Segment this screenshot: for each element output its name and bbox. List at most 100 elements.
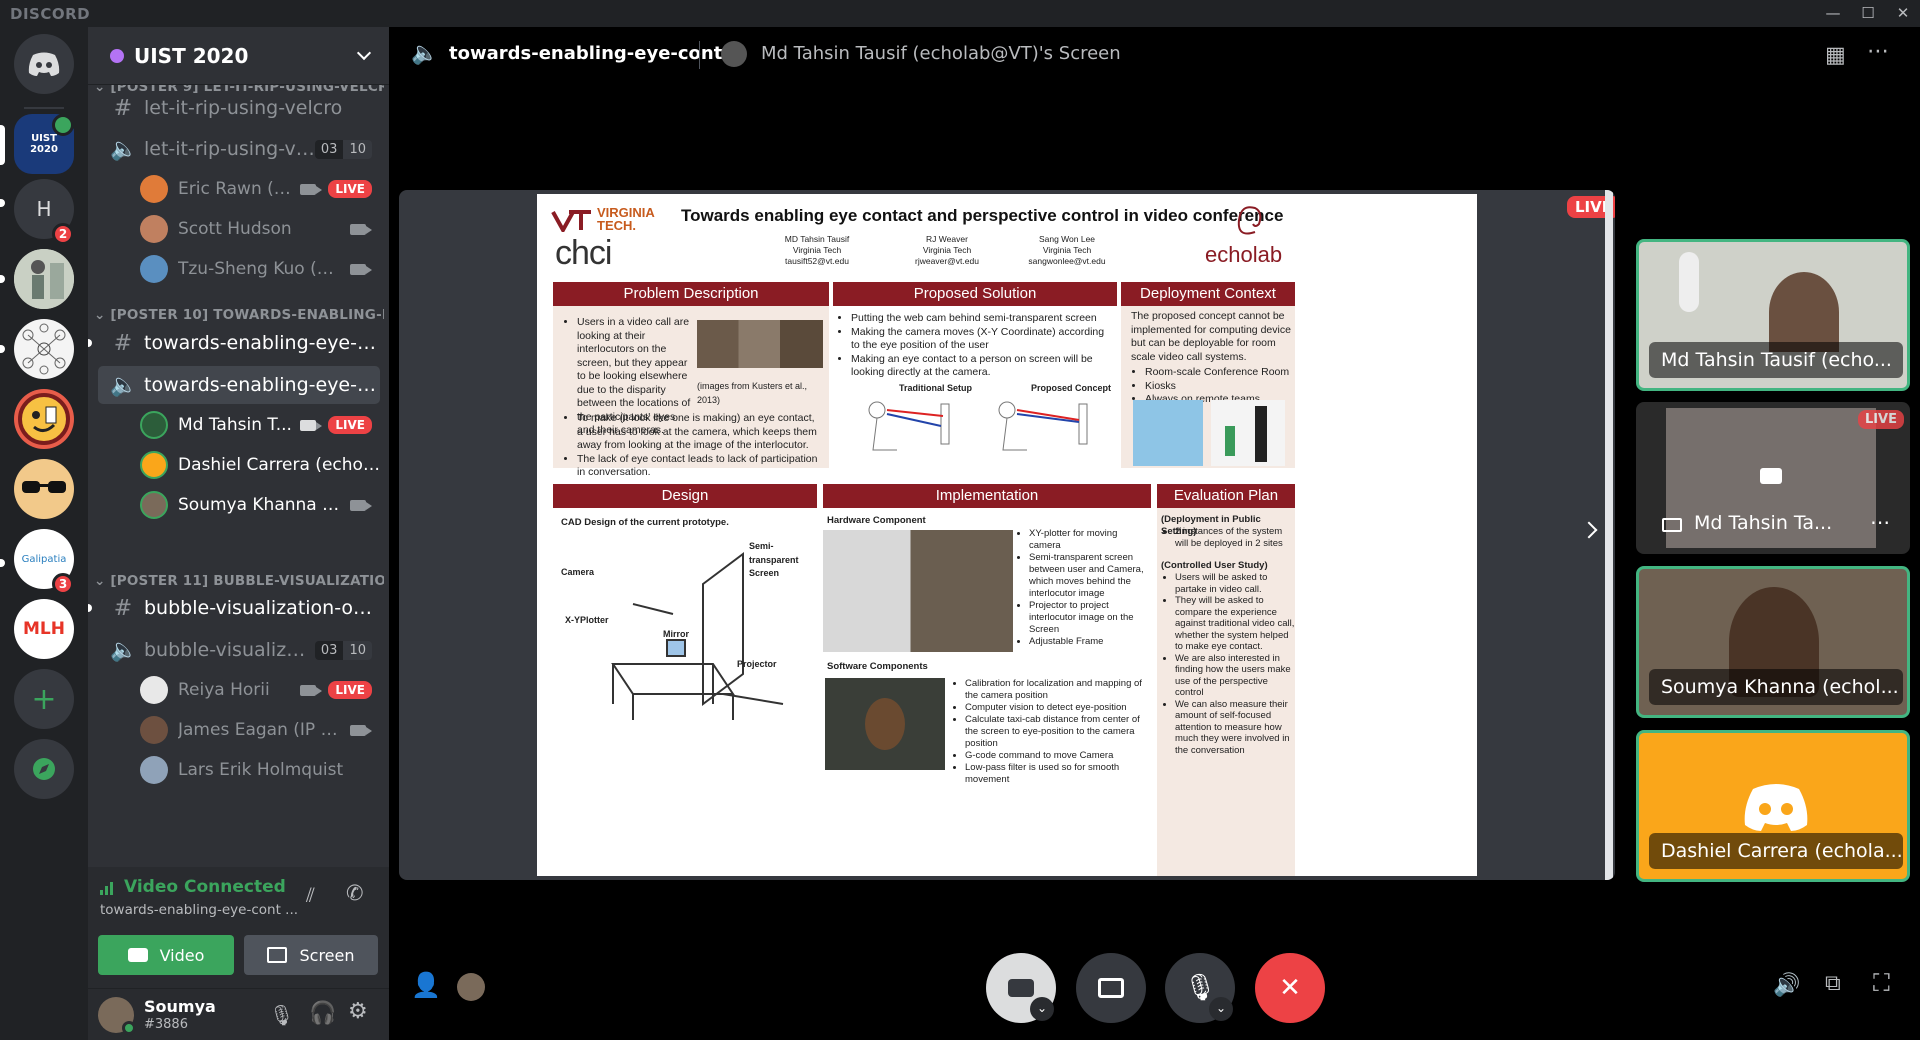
home-button[interactable] (14, 34, 74, 94)
participant-name: Dashiel Carrera (echola... (1649, 833, 1903, 869)
author-aff: Virginia Tech (1042, 245, 1092, 255)
voice-channel-let-it-rip[interactable]: 🔈 let-it-rip-using-ve... 03 10 (98, 130, 380, 168)
voice-user[interactable]: Scott Hudson (140, 211, 380, 247)
camera-icon (300, 684, 323, 696)
more-options-icon[interactable]: ⋯ (1867, 39, 1889, 64)
connected-channel[interactable]: towards-enabling-eye-cont ... (100, 902, 298, 918)
microphone-icon: 🎙 (1183, 973, 1217, 1003)
server-list: UIST 2020 H 2 Galipatia 3 MLH + (0, 27, 88, 1040)
voice-user[interactable]: James Eagan (IP Par... (140, 712, 380, 748)
section-title: Deployment Context (1121, 282, 1295, 306)
participant-tile[interactable]: Soumya Khanna (echol... (1636, 566, 1910, 718)
disconnect-icon[interactable]: ✆ (346, 881, 364, 905)
gear-icon[interactable]: ⚙ (348, 999, 368, 1024)
voice-connection-panel: Video Connected towards-enabling-eye-con… (88, 867, 389, 989)
voice-channel-bubble[interactable]: 🔈 bubble-visualizati... 03 10 (98, 631, 380, 669)
guild-header[interactable]: UIST 2020 (88, 27, 389, 85)
server-uist-label: UIST 2020 (30, 133, 58, 155)
text-channel-bubble[interactable]: # bubble-visualization-over (98, 589, 380, 627)
camera-icon (1760, 468, 1782, 484)
server-mindmap[interactable] (14, 319, 74, 379)
avatar[interactable] (457, 973, 485, 1001)
voice-user[interactable]: Md Tahsin T... LIVE (140, 407, 380, 443)
microphone-icon[interactable]: 🎙 (269, 1003, 294, 1027)
text-channel-let-it-rip[interactable]: # let-it-rip-using-velcro (98, 89, 380, 127)
add-server-button[interactable]: + (14, 669, 74, 729)
maximize-icon[interactable]: ☐ (1853, 2, 1883, 24)
video-button-label: Video (159, 945, 205, 965)
popout-icon[interactable]: ⧉ (1825, 971, 1841, 996)
bullet: XY-plotter for moving camera (1029, 528, 1151, 552)
explore-servers-button[interactable] (14, 739, 74, 799)
unread-indicator (88, 604, 92, 612)
voice-user[interactable]: Dashiel Carrera (echola... (140, 447, 380, 483)
voice-user[interactable]: Tzu-Sheng Kuo (Sta... (140, 251, 380, 287)
leave-call-button[interactable]: ✕ (1255, 953, 1325, 1023)
cad-label: Semi-transparent Screen (749, 541, 799, 578)
fullscreen-icon[interactable]: ⛶ (1873, 969, 1890, 997)
video-button[interactable]: Video (98, 935, 234, 975)
bullet: We are also interested in finding how th… (1175, 653, 1295, 699)
channel-name: towards-enabling-eye-co... (144, 332, 380, 354)
headphones-icon[interactable]: 🎧 (309, 1001, 336, 1026)
chevron-down-icon[interactable]: ⌄ (1030, 997, 1054, 1021)
volume-icon[interactable]: 🔊 (1773, 973, 1800, 998)
channel-name: let-it-rip-using-ve... (144, 138, 315, 160)
voice-channel-towards-enabling[interactable]: 🔈 towards-enabling-eye-co... (98, 366, 380, 404)
camera-toggle-button[interactable]: ⌄ (986, 953, 1056, 1023)
user-limit-badge: 03 10 (314, 139, 372, 159)
more-options-icon[interactable]: ⋯ (1870, 510, 1890, 534)
participant-name: Md Tahsin Tausif (echo... (1649, 342, 1903, 378)
category-poster-11[interactable]: ⌄ [POSTER 11] BUBBLE-VISUALIZATIO... (94, 573, 384, 589)
voice-user[interactable]: Eric Rawn (S... LIVE (140, 171, 380, 207)
speaker-icon: 🔈 (110, 637, 138, 663)
camera-icon (350, 223, 372, 235)
bullet: Computer vision to detect eye-position (965, 702, 1149, 714)
camera-icon (350, 499, 372, 511)
server-face[interactable] (14, 389, 74, 449)
noise-suppression-icon[interactable]: ⫽ (306, 883, 315, 907)
voice-user-name: Reiya Horii (178, 680, 270, 700)
channel-name: let-it-rip-using-velcro (144, 97, 343, 119)
user-tag: #3886 (144, 1017, 188, 1032)
minimize-icon[interactable]: — (1818, 2, 1848, 24)
poster-section-solution: Proposed Solution Putting the web cam be… (833, 282, 1117, 468)
share-screen-button[interactable] (1076, 953, 1146, 1023)
mute-button[interactable]: 🎙 ⌄ (1165, 953, 1235, 1023)
participant-tile[interactable]: LIVE Md Tahsin Ta... ⋯ (1636, 402, 1910, 554)
voice-user[interactable]: Reiya Horii LIVE (140, 672, 380, 708)
bullet: Projector to project interlocutor image … (1029, 600, 1151, 636)
channel-list: ⌄ [POSTER 9] LET-IT-RIP-USING-VELCRO # le… (88, 85, 389, 885)
close-icon[interactable]: ✕ (1888, 2, 1918, 24)
participant-tile[interactable]: Dashiel Carrera (echola... (1636, 730, 1910, 882)
grid-layout-icon[interactable]: ▦ (1825, 43, 1846, 68)
participant-tile[interactable]: Md Tahsin Tausif (echo... (1636, 239, 1910, 391)
stage-scrollbar[interactable] (1605, 190, 1613, 880)
voice-user[interactable]: Soumya Khanna (ec... (140, 487, 380, 523)
video-active-icon (52, 114, 74, 136)
connection-status[interactable]: Video Connected (124, 877, 286, 897)
username[interactable]: Soumya (144, 997, 216, 1016)
voice-user[interactable]: Lars Erik Holmquist (140, 752, 380, 788)
server-mlh[interactable]: MLH (14, 599, 74, 659)
chevron-right-icon[interactable] (1580, 521, 1598, 539)
participant-name: Md Tahsin Ta... (1694, 512, 1833, 534)
voice-user-name: Eric Rawn (S... (178, 179, 295, 199)
poster-section-deployment: Deployment Context The proposed concept … (1121, 282, 1295, 468)
subsection-title: Software Components (827, 661, 928, 672)
server-sketch[interactable] (14, 249, 74, 309)
section-title: Implementation (823, 484, 1151, 508)
invite-user-icon[interactable]: 👤 (411, 971, 441, 999)
screen-share-icon (1098, 978, 1124, 998)
server-sunglasses[interactable] (14, 459, 74, 519)
poster-image: VIRGINIA TECH. chci Towards enabling eye… (537, 194, 1477, 876)
category-poster-10[interactable]: ⌄ [POSTER 10] TOWARDS-ENABLING-E... (94, 307, 384, 323)
text-channel-towards-enabling[interactable]: # towards-enabling-eye-co... (98, 324, 380, 362)
screen-share-button[interactable]: Screen (244, 935, 378, 975)
screen-share-stage[interactable]: VIRGINIA TECH. chci Towards enabling eye… (399, 190, 1615, 880)
figure-caption: CAD Design of the current prototype. (561, 517, 729, 528)
leave-call-icon: ✕ (1279, 973, 1301, 1003)
user-limit-badge: 03 10 (314, 640, 372, 660)
chevron-down-icon[interactable]: ⌄ (1209, 997, 1233, 1021)
voice-user-name: Scott Hudson (178, 219, 292, 239)
